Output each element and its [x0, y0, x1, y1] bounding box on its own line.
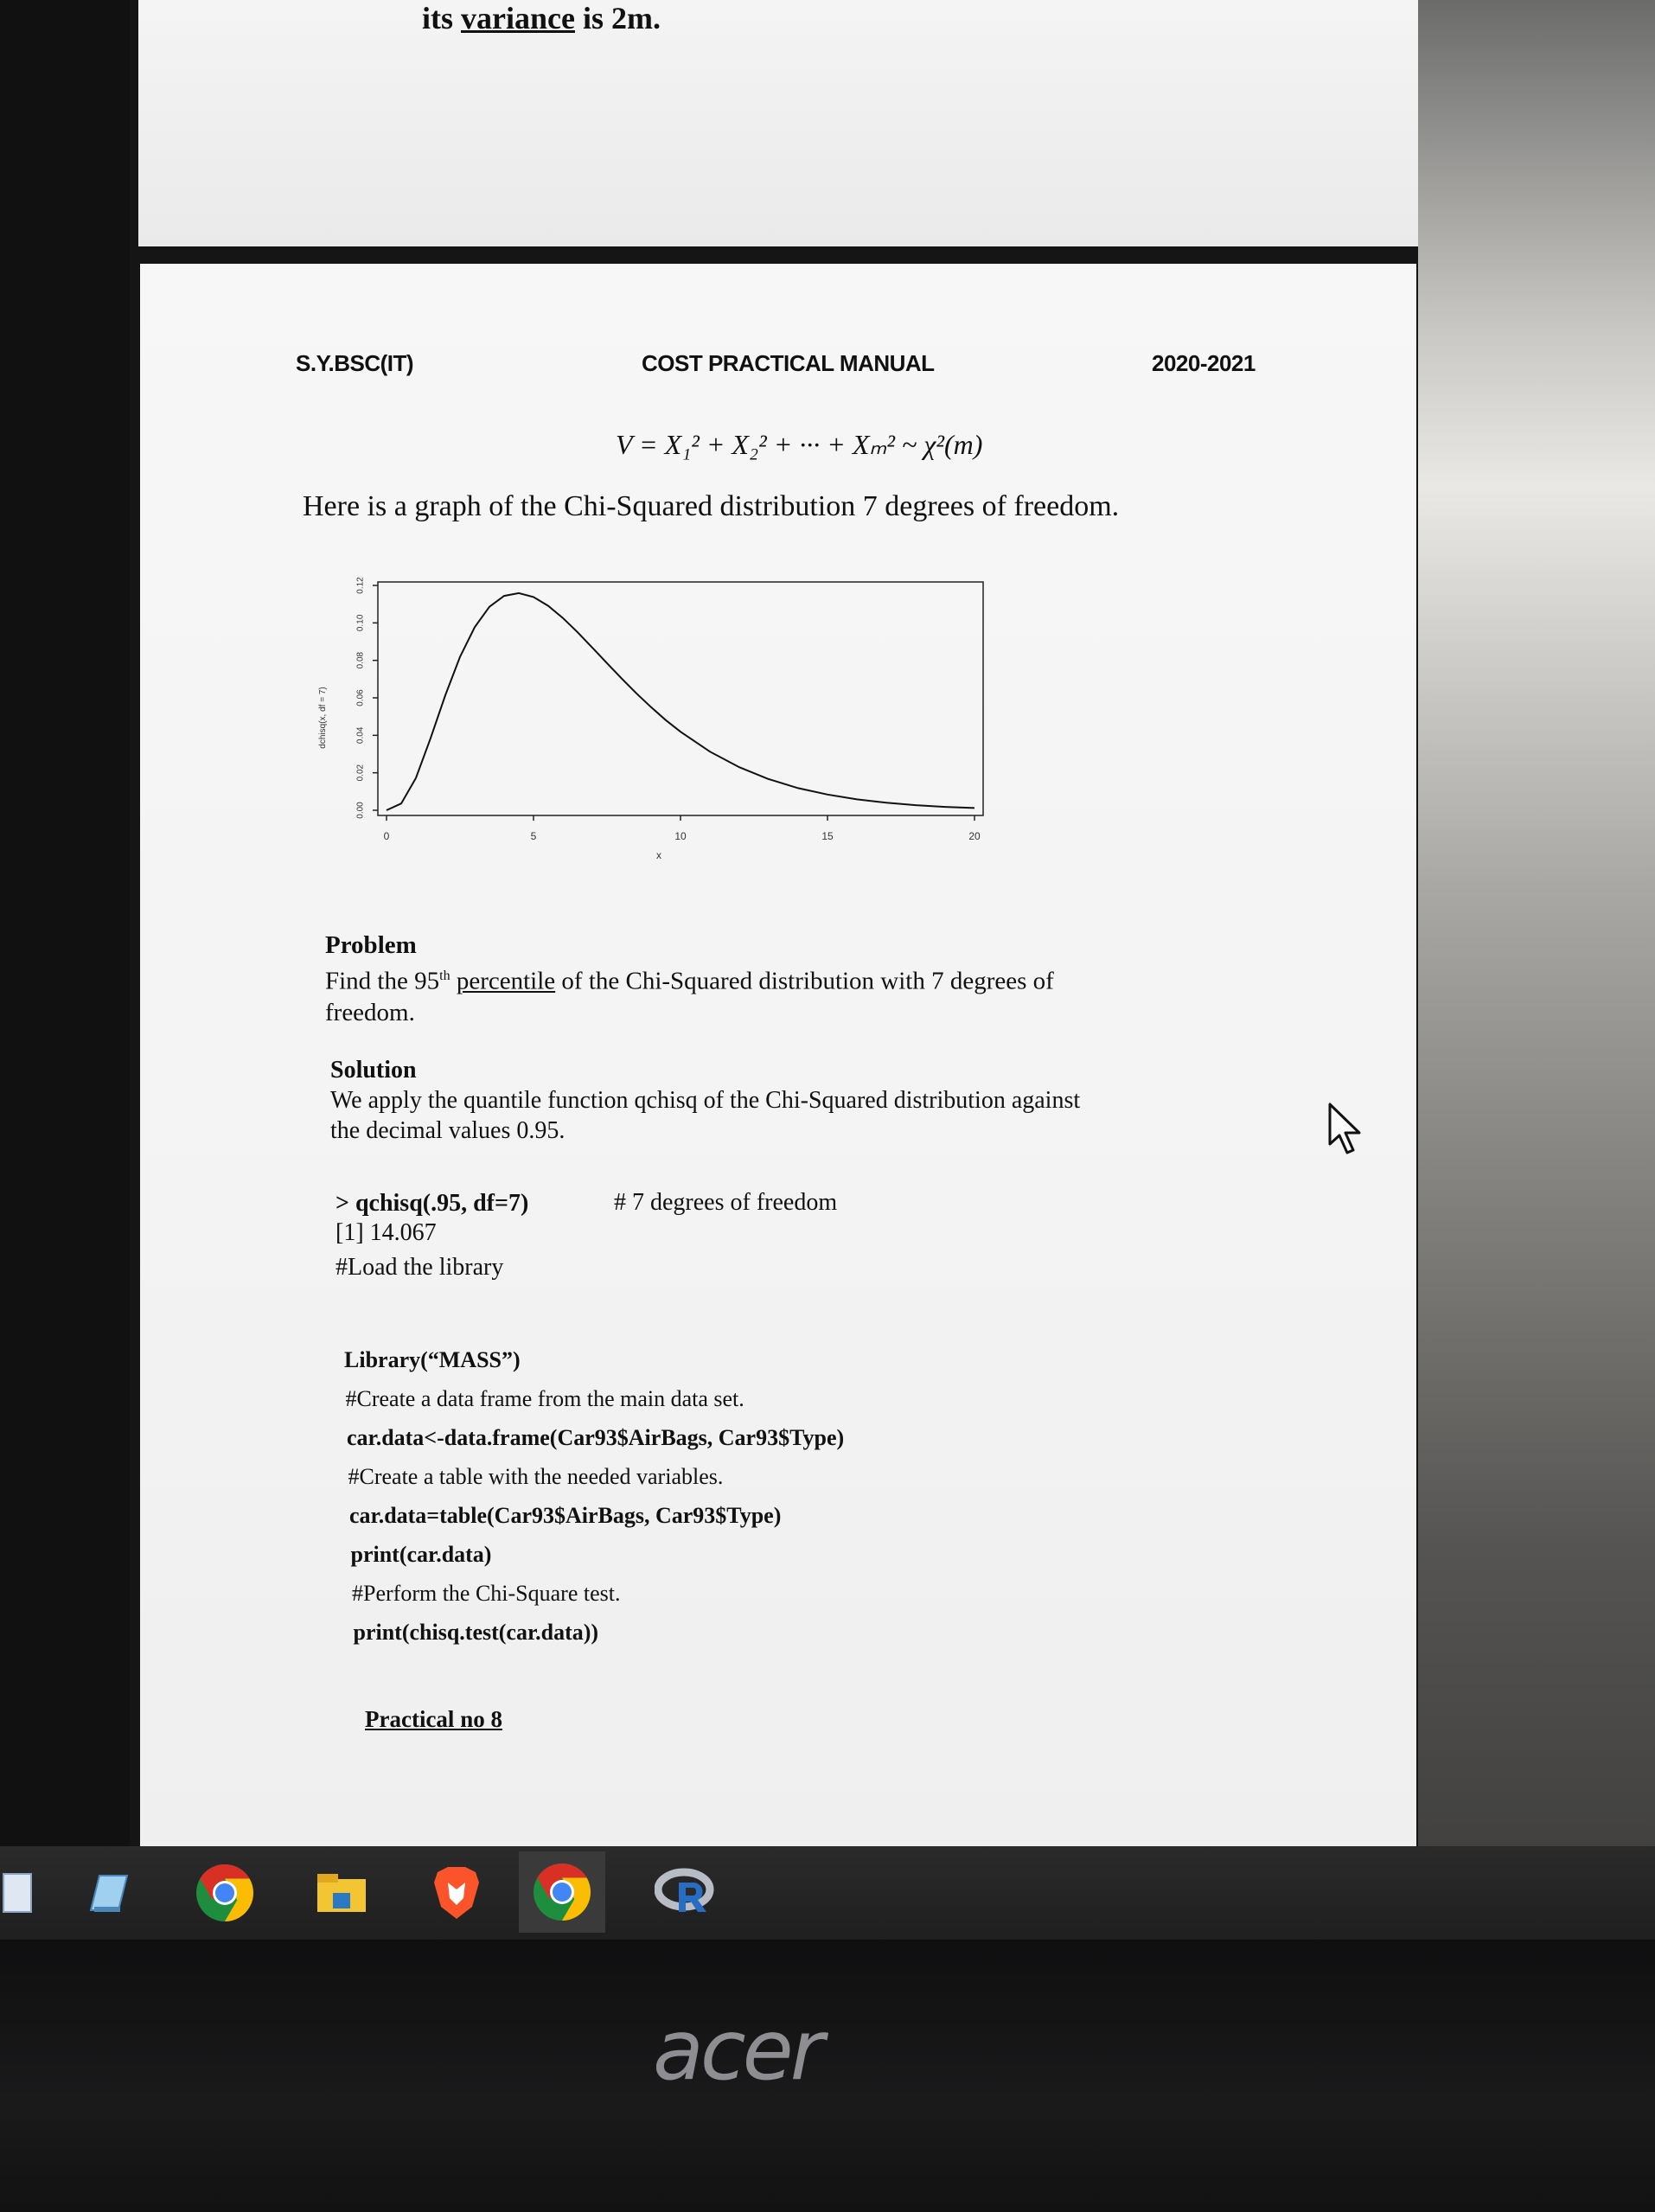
- taskbar-notepad[interactable]: [73, 1858, 143, 1928]
- code-output: [1] 14.067: [335, 1219, 437, 1246]
- library-code-block: Library(“MASS”) #Create a data frame from…: [344, 1340, 1122, 1652]
- r-icon: [655, 1868, 714, 1912]
- x-tick-label: 20: [968, 830, 981, 842]
- x-tick-label: 10: [674, 830, 687, 842]
- y-tick-label: 0.04: [356, 726, 366, 744]
- problem-line-2: freedom.: [325, 998, 415, 1026]
- monitor-brand-logo: acer: [653, 2002, 824, 2099]
- y-tick-label: 0.10: [356, 614, 366, 631]
- taskbar: [0, 1846, 1655, 1940]
- previous-text-suffix: is 2m.: [574, 1, 661, 35]
- file-icon: [3, 1873, 32, 1913]
- solution-line-2: the decimal values 0.95.: [330, 1117, 566, 1144]
- y-tick-label: 0.06: [356, 689, 366, 706]
- taskbar-r[interactable]: [653, 1858, 722, 1928]
- previous-page-text: its variance is 2m.: [422, 0, 661, 36]
- problem-line-1: Find the 95th percentile of the Chi-Squa…: [325, 961, 1155, 997]
- taskbar-brave[interactable]: [422, 1858, 491, 1928]
- chart-lines: [386, 591, 975, 811]
- code-line: car.data=table(Car93$AirBags, Car93$Type…: [349, 1503, 782, 1528]
- chrome-icon: [534, 1864, 591, 1921]
- practical-link[interactable]: Practical no 8: [365, 1706, 502, 1733]
- x-tick-label: 0: [384, 830, 390, 842]
- y-tick-label: 0.00: [356, 802, 366, 819]
- file-explorer-icon: [317, 1874, 366, 1912]
- code-line: #Create a data frame from the main data …: [345, 1386, 744, 1411]
- taskbar-file-app[interactable]: [0, 1858, 52, 1928]
- solution-section: Solution We apply the quantile function …: [330, 1055, 1195, 1146]
- taskbar-chrome-active[interactable]: [519, 1851, 605, 1933]
- y-tick-label: 0.02: [356, 764, 366, 781]
- code-line: car.data<-data.frame(Car93$AirBags, Car9…: [347, 1425, 845, 1450]
- formula: V = X₁² + X₂² + ··· + Xₘ² ~ χ²(m): [616, 429, 983, 460]
- code-line: #Create a table with the needed variable…: [348, 1464, 724, 1489]
- chi-squared-density-line: [386, 591, 975, 811]
- previous-text-underlined: variance: [461, 1, 575, 35]
- chi-squared-chart: 0 5 10 15 20 0.00 0.02 0.04 0.06 0.08 0.10 0.12 dch…: [304, 575, 996, 861]
- solution-heading: Solution: [330, 1057, 417, 1084]
- chrome-icon: [196, 1864, 254, 1921]
- header-right: 2020-2021: [1152, 350, 1256, 376]
- brave-icon: [434, 1867, 479, 1919]
- y-tick-label: 0.08: [356, 651, 366, 668]
- y-axis-label: dchisq(x, df = 7): [318, 687, 328, 748]
- problem-text-a: Find the 95: [325, 967, 440, 995]
- document-page: S.Y.BSC(IT) COST PRACTICAL MANUAL 2020-2…: [140, 264, 1416, 1855]
- x-axis-label: x: [656, 849, 661, 860]
- code-line: Library(“MASS”): [344, 1347, 521, 1372]
- previous-page: its variance is 2m.: [138, 0, 1418, 246]
- chart-axes: [377, 581, 984, 816]
- y-tick-label: 0.12: [356, 577, 366, 594]
- previous-text-prefix: its: [422, 1, 461, 35]
- mouse-cursor-icon: [1328, 1103, 1361, 1154]
- chart-svg: 0 5 10 15 20 0.00 0.02 0.04 0.06 0.08 0.10 0.12 dch…: [318, 577, 984, 861]
- header-center: COST PRACTICAL MANUAL: [642, 350, 935, 376]
- problem-text-c: of the Chi-Squared distribution with 7 d…: [555, 967, 1054, 995]
- code-line: #Perform the Chi-Square test.: [352, 1581, 621, 1606]
- x-tick-label: 5: [531, 830, 537, 842]
- problem-space: [450, 968, 457, 995]
- code-line: print(car.data): [350, 1542, 492, 1567]
- monitor-bezel: [0, 1940, 1655, 2212]
- solution-line-1: We apply the quantile function qchisq of…: [330, 1087, 1081, 1114]
- taskbar-file-explorer[interactable]: [307, 1858, 376, 1928]
- percentile-link[interactable]: percentile: [457, 968, 555, 995]
- x-tick-label: 15: [821, 830, 834, 842]
- graph-caption: Here is a graph of the Chi-Squared distr…: [303, 490, 1120, 522]
- background-left: [0, 0, 130, 1859]
- plot-frame: [377, 581, 984, 816]
- load-library-comment: #Load the library: [335, 1254, 504, 1281]
- problem-heading: Problem: [325, 931, 417, 959]
- taskbar-chrome[interactable]: [190, 1858, 259, 1928]
- problem-section: Problem Find the 95th percentile of the …: [325, 930, 1155, 1028]
- header-left: S.Y.BSC(IT): [296, 350, 414, 376]
- code-comment: # 7 degrees of freedom: [614, 1189, 838, 1216]
- notepad-icon: [89, 1875, 129, 1912]
- problem-superscript: th: [439, 969, 450, 983]
- code-line: print(chisq.test(car.data)): [353, 1620, 599, 1645]
